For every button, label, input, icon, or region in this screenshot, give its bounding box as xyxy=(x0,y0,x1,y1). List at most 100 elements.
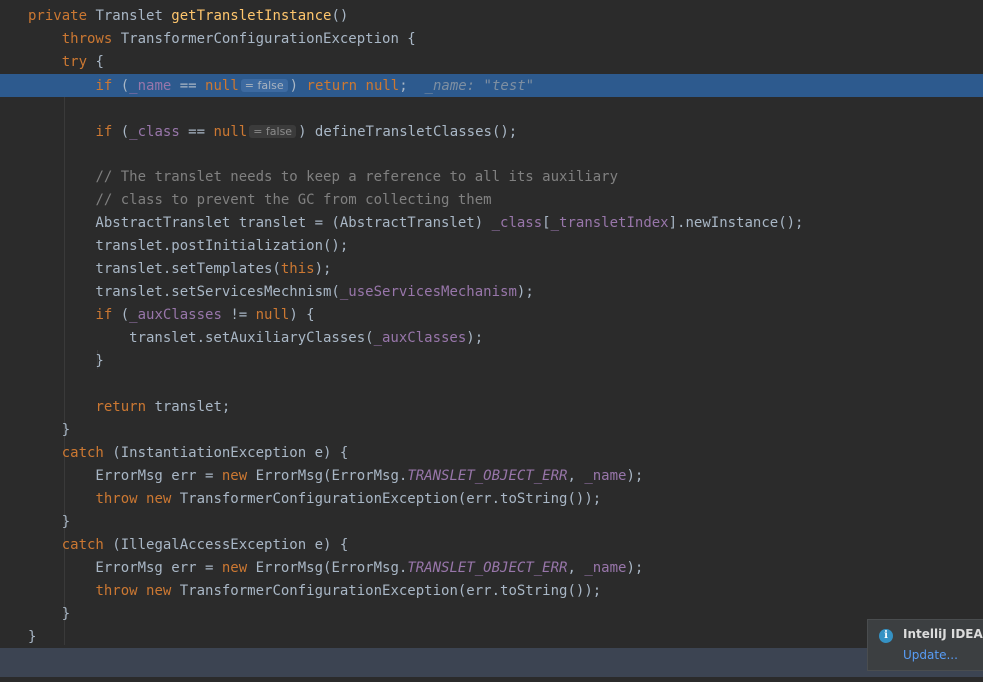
code-text: translet.setTemplates(this); xyxy=(0,261,331,277)
code-token: ); xyxy=(516,284,534,300)
code-line[interactable]: AbstractTranslet translet = (AbstractTra… xyxy=(0,212,983,235)
code-line[interactable]: if (_class == null = false) defineTransle… xyxy=(0,120,983,143)
code-token: if xyxy=(95,124,121,140)
code-line[interactable]: // The translet needs to keep a referenc… xyxy=(0,166,983,189)
code-line[interactable]: } xyxy=(0,626,983,648)
code-token: ); xyxy=(314,261,332,277)
code-line[interactable]: translet.setTemplates(this); xyxy=(0,258,983,281)
code-line[interactable] xyxy=(0,97,983,120)
code-token: TRANSLET_OBJECT_ERR xyxy=(407,468,568,484)
code-token: (InstantiationException e) { xyxy=(112,445,349,461)
code-line[interactable]: ErrorMsg err = new ErrorMsg(ErrorMsg.TRA… xyxy=(0,557,983,580)
code-token: private xyxy=(28,8,96,24)
code-line[interactable]: } xyxy=(0,419,983,442)
code-token: } xyxy=(28,353,104,369)
code-text: ErrorMsg err = new ErrorMsg(ErrorMsg.TRA… xyxy=(0,468,643,484)
code-token: _useServicesMechanism xyxy=(339,284,517,300)
code-token: catch xyxy=(61,537,113,553)
code-token: ) { xyxy=(289,307,315,323)
code-token: _transletIndex xyxy=(550,215,669,231)
code-token: _class xyxy=(129,124,180,140)
debug-panel-bar[interactable] xyxy=(0,648,983,677)
code-token: ); xyxy=(626,560,644,576)
update-link[interactable]: Update... xyxy=(903,648,958,662)
code-token: ; xyxy=(399,78,425,94)
code-line[interactable]: translet.postInitialization(); xyxy=(0,235,983,258)
code-token: != xyxy=(221,307,256,323)
code-line[interactable]: ErrorMsg err = new ErrorMsg(ErrorMsg.TRA… xyxy=(0,465,983,488)
code-line[interactable]: translet.setServicesMechnism(_useService… xyxy=(0,281,983,304)
code-token: ErrorMsg(ErrorMsg. xyxy=(255,560,408,576)
code-text: try { xyxy=(0,54,104,70)
code-line[interactable]: return translet; xyxy=(0,396,983,419)
code-token: TransformerConfigurationException { xyxy=(120,31,416,47)
code-line[interactable]: throw new TransformerConfigurationExcept… xyxy=(0,488,983,511)
code-token: } xyxy=(28,422,71,438)
code-token: throws xyxy=(61,31,121,47)
code-text: catch (InstantiationException e) { xyxy=(0,445,349,461)
code-token: this xyxy=(280,261,315,277)
code-line[interactable] xyxy=(0,373,983,396)
code-line[interactable]: try { xyxy=(0,51,983,74)
code-token: _name xyxy=(584,468,627,484)
code-token: } xyxy=(28,629,37,645)
code-token: translet.setAuxiliaryClasses( xyxy=(28,330,374,346)
code-line[interactable]: catch (InstantiationException e) { xyxy=(0,442,983,465)
code-token: , xyxy=(567,560,585,576)
code-line[interactable]: translet.setAuxiliaryClasses(_auxClasses… xyxy=(0,327,983,350)
code-text: if (_name == null = false) return null; _… xyxy=(0,78,534,94)
update-notification[interactable]: i IntelliJ IDEA Update... xyxy=(867,619,983,671)
code-text: throws TransformerConfigurationException… xyxy=(0,31,416,47)
code-token: translet.setTemplates( xyxy=(28,261,281,277)
code-token: throw new xyxy=(95,491,180,507)
code-text: throw new TransformerConfigurationExcept… xyxy=(0,583,601,599)
code-line[interactable]: private Translet getTransletInstance() xyxy=(0,5,983,28)
code-token: null xyxy=(255,307,290,323)
code-token: [ xyxy=(542,215,551,231)
code-line[interactable]: throws TransformerConfigurationException… xyxy=(0,28,983,51)
code-token: if xyxy=(95,307,121,323)
code-token: ); xyxy=(466,330,484,346)
debug-inline-value: _name: "test" xyxy=(424,78,535,94)
code-line[interactable]: } xyxy=(0,350,983,373)
code-token: translet.setServicesMechnism( xyxy=(28,284,340,300)
code-token: ( xyxy=(120,307,130,323)
code-editor[interactable]: private Translet getTransletInstance() t… xyxy=(0,0,983,648)
code-token: _name xyxy=(584,560,627,576)
code-text: translet.setServicesMechnism(_useService… xyxy=(0,284,534,300)
code-token: ) defineTransletClasses(); xyxy=(298,124,518,140)
code-token: // The translet needs to keep a referenc… xyxy=(95,169,619,185)
code-line[interactable]: // class to prevent the GC from collecti… xyxy=(0,189,983,212)
code-token: try xyxy=(61,54,96,70)
code-token: catch xyxy=(61,445,113,461)
code-line[interactable]: if (_auxClasses != null) { xyxy=(0,304,983,327)
code-token: ].newInstance(); xyxy=(668,215,804,231)
code-token: null xyxy=(205,78,239,94)
code-line[interactable]: } xyxy=(0,603,983,626)
code-token: ); xyxy=(626,468,644,484)
code-token: == xyxy=(179,124,214,140)
code-line[interactable]: } xyxy=(0,511,983,534)
code-text: throw new TransformerConfigurationExcept… xyxy=(0,491,601,507)
execution-point-line[interactable]: if (_name == null = false) return null; _… xyxy=(0,74,983,97)
code-line[interactable] xyxy=(0,143,983,166)
code-line[interactable]: catch (IllegalAccessException e) { xyxy=(0,534,983,557)
code-text: return translet; xyxy=(0,399,230,415)
code-token: new xyxy=(221,560,256,576)
code-token: return null xyxy=(306,78,400,94)
code-token: == xyxy=(171,78,206,94)
code-line[interactable]: throw new TransformerConfigurationExcept… xyxy=(0,580,983,603)
code-text: AbstractTranslet translet = (AbstractTra… xyxy=(0,215,803,231)
code-token: if xyxy=(95,78,121,94)
code-text: if (_auxClasses != null) { xyxy=(0,307,315,323)
code-text: translet.setAuxiliaryClasses(_auxClasses… xyxy=(0,330,483,346)
code-text: // class to prevent the GC from collecti… xyxy=(0,192,491,208)
